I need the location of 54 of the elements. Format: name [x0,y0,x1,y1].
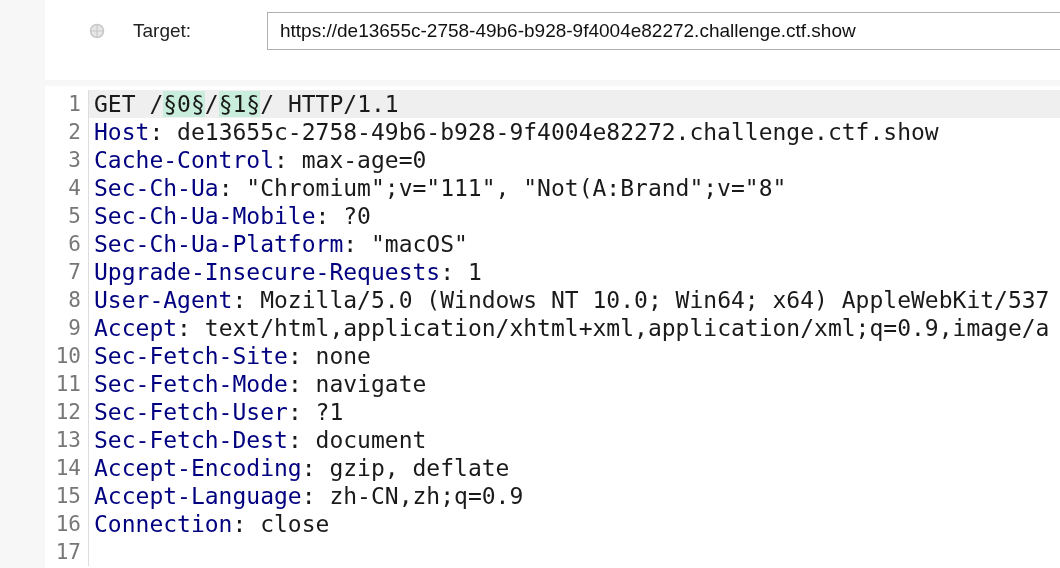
code-text: : max-age=0 [274,147,427,173]
line-number: 15 [45,482,89,510]
code-text: : "macOS" [343,231,468,257]
target-field[interactable]: https://de13655c-2758-49b6-b928-9f4004e82272.challenge.ctf.show [267,12,1060,50]
code-text: : ?1 [287,399,344,425]
target-label: Target: [133,20,193,42]
code-text: : "Chromium";v="111", "Not(A:Brand";v="8" [218,175,787,201]
line-number: 10 [45,342,89,370]
header-name: Upgrade-Insecure-Requests [94,259,441,285]
payload-marker: §0§ [163,91,205,117]
code-text: : document [287,427,427,453]
line-number: 2 [45,118,89,146]
code-text: : navigate [287,371,427,397]
header-name: User-Agent [94,287,233,313]
header-name: Accept-Encoding [94,455,302,481]
code-text: / HTTP/1.1 [260,91,399,117]
code-text: : de13655c-2758-49b6-b928-9f4004e82272.challenge.ctf.show [149,119,939,145]
line-number: 5 [45,202,89,230]
code-text: : close [232,511,330,537]
code-text: GET / [94,91,164,117]
header-name: Host [94,119,150,145]
header-name: Sec-Fetch-User [94,399,288,425]
header-name: Sec-Ch-Ua [94,175,219,201]
crosshair-icon [89,23,105,39]
code-text: : none [287,343,371,369]
header-name: Sec-Fetch-Dest [94,427,288,453]
code-text: / [204,91,219,117]
line-number: 9 [45,314,89,342]
header-name: Sec-Fetch-Site [94,343,288,369]
header-name: Accept-Language [94,483,302,509]
line-number: 14 [45,454,89,482]
code-text: : text/html,application/xhtml+xml,application/xml;q=0.9,image/a [177,315,1050,341]
line-number: 13 [45,426,89,454]
header-name: Sec-Ch-Ua-Mobile [94,203,316,229]
line-number: 8 [45,286,89,314]
code-text: : zh-CN,zh;q=0.9 [301,483,524,509]
header-name: Accept [94,315,178,341]
header-name: Cache-Control [94,147,274,173]
header-name: Sec-Ch-Ua-Platform [94,231,344,257]
line-number: 16 [45,510,89,538]
header-name: Sec-Fetch-Mode [94,371,288,397]
header-name: Connection [94,511,233,537]
payload-marker: §1§ [218,91,261,117]
code-text: : gzip, deflate [301,455,510,481]
line-number: 4 [45,174,89,202]
line-number: 6 [45,230,89,258]
line-number: 7 [45,258,89,286]
line-number: 12 [45,398,89,426]
code-text: : ?0 [315,203,371,229]
line-number: 11 [45,370,89,398]
code-text: : Mozilla/5.0 (Windows NT 10.0; Win64; x64) AppleWebKit/537 [232,287,1050,313]
code-text: : 1 [440,259,482,285]
line-number: 3 [45,146,89,174]
line-number: 17 [45,538,89,566]
